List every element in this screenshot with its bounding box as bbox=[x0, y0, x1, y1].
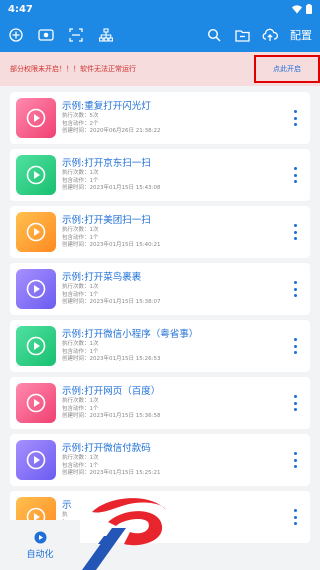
play-icon bbox=[16, 155, 56, 195]
item-created: 创建时间：2023年01月15日 15:43:08 bbox=[62, 185, 161, 192]
more-options-icon[interactable] bbox=[292, 395, 298, 411]
automation-item[interactable]: 示例:打开网页（百度） 执行次数：1次 包含动作：1个 创建时间：2023年01月15… bbox=[10, 377, 310, 429]
item-runs: 执行次数：5次 bbox=[62, 113, 99, 120]
toolbar-right: 配置 bbox=[206, 27, 312, 43]
more-options-icon[interactable] bbox=[292, 281, 298, 297]
status-bar: 4:47 bbox=[0, 0, 320, 18]
item-created: 创建时间：2023年01月15日 15:38:07 bbox=[62, 299, 161, 306]
item-runs: 执行次数：1次 bbox=[62, 170, 99, 177]
play-icon bbox=[16, 269, 56, 309]
item-runs: 执行次数：1次 bbox=[62, 284, 99, 291]
automation-list: 示例:重复打开闪光灯 执行次数：5次 包含动作：2个 创建时间：2020年06月26日… bbox=[10, 92, 310, 548]
more-options-icon[interactable] bbox=[292, 452, 298, 468]
play-icon bbox=[16, 326, 56, 366]
item-runs: 执行次数：1次 bbox=[62, 227, 99, 234]
play-icon bbox=[16, 212, 56, 252]
item-title: 示例:打开菜鸟裹裹 bbox=[62, 272, 142, 284]
item-title: 示例:打开网页（百度） bbox=[62, 386, 161, 398]
automation-item[interactable]: 示例:打开菜鸟裹裹 执行次数：1次 包含动作：1个 创建时间：2023年01月15日 … bbox=[10, 263, 310, 315]
more-options-icon[interactable] bbox=[292, 167, 298, 183]
play-icon bbox=[16, 383, 56, 423]
item-title: 示例:打开美团扫一扫 bbox=[62, 215, 151, 227]
tree-icon[interactable] bbox=[98, 27, 114, 43]
item-runs: 执行次数：1次 bbox=[62, 455, 99, 462]
play-icon bbox=[16, 440, 56, 480]
more-options-icon[interactable] bbox=[292, 224, 298, 240]
automation-item[interactable]: 示例:打开微信付款码 执行次数：1次 包含动作：1个 创建时间：2023年01月15日… bbox=[10, 434, 310, 486]
automation-item[interactable]: 示例:重复打开闪光灯 执行次数：5次 包含动作：2个 创建时间：2020年06月26日… bbox=[10, 92, 310, 144]
tab-automation-label: 自动化 bbox=[26, 549, 54, 560]
permission-warning: 部分权限未开启！！！软件无法正常运行 点此开启 bbox=[0, 52, 320, 86]
item-runs: 执行次数：1次 bbox=[62, 398, 99, 405]
watermark-logo bbox=[82, 498, 166, 570]
item-title: 示例:打开微信小程序（粤省事） bbox=[62, 329, 199, 341]
item-title: 示例:重复打开闪光灯 bbox=[62, 101, 151, 113]
automation-item[interactable]: 示例:打开京东扫一扫 执行次数：1次 包含动作：1个 创建时间：2023年01月15日… bbox=[10, 149, 310, 201]
config-button[interactable]: 配置 bbox=[290, 27, 312, 43]
more-options-icon[interactable] bbox=[292, 338, 298, 354]
top-toolbar: 配置 bbox=[0, 18, 320, 52]
item-created: 创建时间：2023年01月15日 15:25:21 bbox=[62, 470, 161, 477]
item-title: 示例:打开京东扫一扫 bbox=[62, 158, 151, 170]
item-runs: 执行次数：1次 bbox=[62, 341, 99, 348]
tab-automation[interactable]: 自动化 bbox=[0, 520, 80, 570]
play-circle-icon bbox=[34, 531, 46, 543]
item-created: 创建时间：2023年01月15日 15:36:58 bbox=[62, 413, 161, 420]
more-options-icon[interactable] bbox=[292, 110, 298, 126]
automation-item[interactable]: 示例:打开美团扫一扫 执行次数：1次 包含动作：1个 创建时间：2023年01月15日… bbox=[10, 206, 310, 258]
item-title: 示例:打开微信付款码 bbox=[62, 443, 151, 455]
more-options-icon[interactable] bbox=[292, 509, 298, 525]
add-icon[interactable] bbox=[8, 27, 24, 43]
wifi-icon bbox=[292, 4, 302, 13]
scan-icon[interactable] bbox=[68, 27, 84, 43]
item-created: 创建时间：2023年01月15日 15:26:53 bbox=[62, 356, 161, 363]
cloud-upload-icon[interactable] bbox=[262, 27, 278, 43]
item-created: 创建时间：2023年01月15日 15:40:21 bbox=[62, 242, 161, 249]
play-icon bbox=[16, 98, 56, 138]
folder-icon[interactable] bbox=[234, 27, 250, 43]
battery-icon bbox=[306, 4, 312, 14]
status-icons bbox=[292, 4, 312, 14]
warning-text: 部分权限未开启！！！软件无法正常运行 bbox=[10, 65, 136, 73]
status-time: 4:47 bbox=[8, 3, 33, 15]
automation-item[interactable]: 示例:打开微信小程序（粤省事） 执行次数：1次 包含动作：1个 创建时间：2023年0… bbox=[10, 320, 310, 372]
search-icon[interactable] bbox=[206, 27, 222, 43]
item-created: 创建时间：2020年06月26日 21:38:22 bbox=[62, 128, 161, 135]
enable-permission-button[interactable]: 点此开启 bbox=[254, 55, 320, 83]
record-icon[interactable] bbox=[38, 27, 54, 43]
